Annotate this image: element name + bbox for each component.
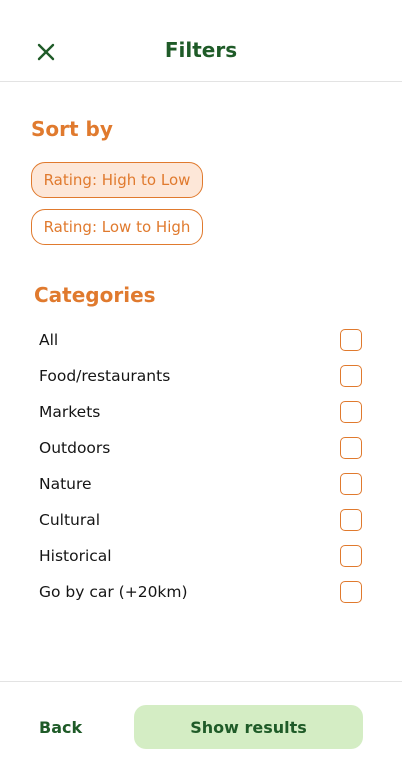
- category-label: Food/restaurants: [39, 367, 171, 385]
- category-item-historical[interactable]: Historical: [0, 538, 402, 574]
- category-checkbox[interactable]: [340, 401, 362, 423]
- back-button[interactable]: Back: [39, 718, 82, 737]
- category-item-nature[interactable]: Nature: [0, 466, 402, 502]
- category-checkbox[interactable]: [340, 437, 362, 459]
- category-label: Historical: [39, 547, 112, 565]
- category-list: All Food/restaurants Markets Outdoors Na…: [0, 322, 402, 610]
- category-label: Markets: [39, 403, 101, 421]
- category-label: Go by car (+20km): [39, 583, 188, 601]
- category-item-go-by-car[interactable]: Go by car (+20km): [0, 574, 402, 610]
- category-checkbox[interactable]: [340, 473, 362, 495]
- category-checkbox[interactable]: [340, 545, 362, 567]
- category-checkbox[interactable]: [340, 365, 362, 387]
- category-checkbox[interactable]: [340, 509, 362, 531]
- category-label: Cultural: [39, 511, 101, 529]
- category-label: Outdoors: [39, 439, 111, 457]
- category-item-all[interactable]: All: [0, 322, 402, 358]
- show-results-button[interactable]: Show results: [134, 705, 363, 749]
- sort-option-low-to-high[interactable]: Rating: Low to High: [31, 209, 203, 245]
- category-item-markets[interactable]: Markets: [0, 394, 402, 430]
- footer-bar: Back Show results: [0, 681, 402, 771]
- sort-option-high-to-low[interactable]: Rating: High to Low: [31, 162, 203, 198]
- category-checkbox[interactable]: [340, 581, 362, 603]
- category-item-outdoors[interactable]: Outdoors: [0, 430, 402, 466]
- header-bar: Filters: [0, 0, 402, 82]
- category-label: Nature: [39, 475, 92, 493]
- category-item-food-restaurants[interactable]: Food/restaurants: [0, 358, 402, 394]
- category-checkbox[interactable]: [340, 329, 362, 351]
- category-label: All: [39, 331, 59, 349]
- page-title: Filters: [164, 38, 238, 62]
- sort-by-heading: Sort by: [31, 117, 113, 141]
- category-item-cultural[interactable]: Cultural: [0, 502, 402, 538]
- categories-heading: Categories: [34, 283, 156, 307]
